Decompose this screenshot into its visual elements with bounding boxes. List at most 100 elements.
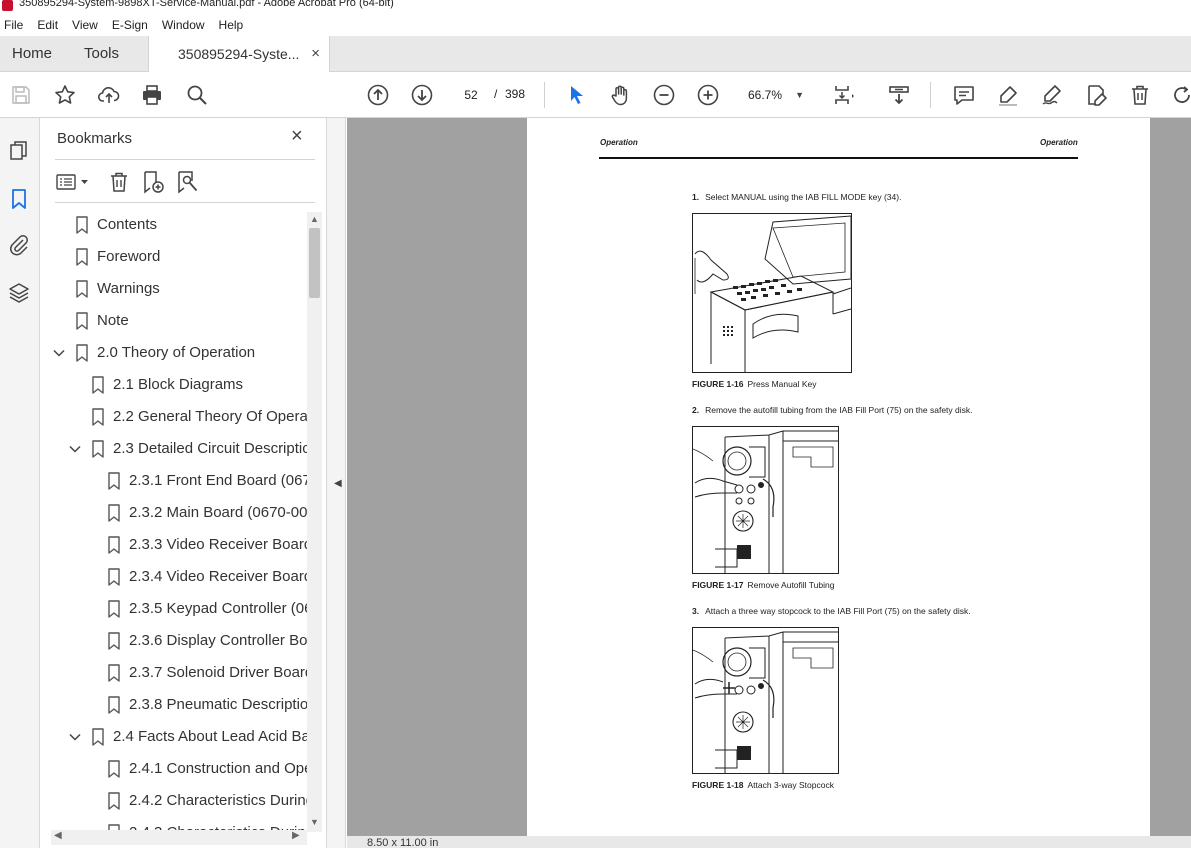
bookmark-label: 2.3.8 Pneumatic Descriptio xyxy=(129,696,307,713)
bookmark-icon xyxy=(75,344,89,362)
bookmark-tree: Contents Foreword Warnings Note 2.0 Theory o… xyxy=(41,210,307,830)
cloud-upload-icon[interactable] xyxy=(97,83,121,107)
window-title: 350895294-System-9898XT-Service-Manual.p… xyxy=(19,0,394,9)
bookmark-item[interactable]: 2.3.3 Video Receiver Board xyxy=(41,530,307,562)
step-3: 3. Attach a three way stopcock to the IAB… xyxy=(692,606,971,616)
bookmark-item[interactable]: 2.3.2 Main Board (0670-00- xyxy=(41,498,307,530)
bookmark-item[interactable]: 2.3.6 Display Controller Bo xyxy=(41,626,307,658)
page-total: 398 xyxy=(505,87,526,101)
bookmark-item[interactable]: Note xyxy=(41,306,307,338)
menu-esign[interactable]: E-Sign xyxy=(112,18,148,32)
bookmark-icon xyxy=(107,760,121,778)
tab-document[interactable]: 350895294-Syste... × xyxy=(148,36,330,73)
fit-page-icon[interactable] xyxy=(832,83,856,107)
bookmark-item[interactable]: 2.4.1 Construction and Ope xyxy=(41,754,307,786)
chevron-down-icon[interactable] xyxy=(68,442,82,456)
tab-tools[interactable]: Tools xyxy=(84,36,119,72)
bookmark-options-icon[interactable] xyxy=(55,170,93,194)
bookmark-label: Foreword xyxy=(97,248,161,265)
hand-icon[interactable] xyxy=(608,83,632,107)
bookmark-label: 2.4.2 Characteristics During xyxy=(129,792,307,809)
bookmark-item[interactable]: 2.3.8 Pneumatic Descriptio xyxy=(41,690,307,722)
search-icon[interactable] xyxy=(185,83,209,107)
bookmark-icon[interactable] xyxy=(8,188,30,210)
bookmark-item[interactable]: Foreword xyxy=(41,242,307,274)
scroll-left-icon[interactable]: ◀ xyxy=(54,830,62,841)
bookmark-icon xyxy=(75,280,89,298)
pages-icon[interactable] xyxy=(8,140,30,162)
bookmark-item[interactable]: 2.3.5 Keypad Controller (06 xyxy=(41,594,307,626)
delete-icon[interactable] xyxy=(1128,83,1152,107)
zoom-in-icon[interactable] xyxy=(696,83,720,107)
scroll-up-icon[interactable]: ▲ xyxy=(310,214,319,224)
scrollbar-thumb[interactable] xyxy=(309,228,320,298)
print-icon[interactable] xyxy=(140,83,164,107)
scroll-mode-icon[interactable] xyxy=(887,83,911,107)
scroll-right-icon[interactable]: ▶ xyxy=(292,830,300,841)
bookmark-item[interactable]: 2.3.4 Video Receiver Board xyxy=(41,562,307,594)
document-viewport[interactable]: Operation Operation 1. Select MANUAL usin… xyxy=(347,118,1191,836)
tab-home[interactable]: Home xyxy=(12,36,52,72)
figure-1-16-caption: FIGURE 1-16 Press Manual Key xyxy=(692,379,817,389)
menu-window[interactable]: Window xyxy=(162,18,205,32)
bookmark-item[interactable]: Contents xyxy=(41,210,307,242)
edit-icon[interactable] xyxy=(1084,83,1108,107)
bookmark-item[interactable]: 2.2 General Theory Of Operat xyxy=(41,402,307,434)
panel-title: Bookmarks xyxy=(57,130,133,147)
menu-view[interactable]: View xyxy=(72,18,98,32)
chevron-down-icon[interactable] xyxy=(68,730,82,744)
bookmark-item[interactable]: 2.3.7 Solenoid Driver Board xyxy=(41,658,307,690)
figure-1-18-caption: FIGURE 1-18 Attach 3-way Stopcock xyxy=(692,780,834,790)
new-bookmark-icon[interactable] xyxy=(141,170,165,194)
star-icon[interactable] xyxy=(53,83,77,107)
page-number-input[interactable] xyxy=(454,83,488,107)
bookmark-icon xyxy=(91,728,105,746)
bookmarks-panel: Bookmarks × Contents Foreword Warnings Note… xyxy=(41,118,326,848)
find-bookmark-icon[interactable] xyxy=(175,170,199,194)
bookmark-item[interactable]: 2.4 Facts About Lead Acid Ba xyxy=(41,722,307,754)
delete-bookmark-icon[interactable] xyxy=(107,170,131,194)
menu-help[interactable]: Help xyxy=(219,18,244,32)
bookmark-label: Warnings xyxy=(97,280,160,297)
zoom-select[interactable]: 66.7% ▼ xyxy=(740,83,810,107)
bookmark-item[interactable]: 2.1 Block Diagrams xyxy=(41,370,307,402)
bookmark-item[interactable]: 2.3 Detailed Circuit Descriptic xyxy=(41,434,307,466)
header-rule xyxy=(599,157,1078,159)
save-icon[interactable] xyxy=(9,83,33,107)
chevron-down-icon: ▼ xyxy=(795,90,804,100)
panel-collapse-handle[interactable]: ◀ xyxy=(326,118,346,848)
comment-icon[interactable] xyxy=(952,83,976,107)
title-bar: 350895294-System-9898XT-Service-Manual.p… xyxy=(0,0,1191,14)
bookmark-item[interactable]: 2.3.1 Front End Board (0670 xyxy=(41,466,307,498)
bookmarks-horizontal-scrollbar[interactable]: ◀ ▶ xyxy=(51,830,307,845)
close-panel-icon[interactable]: × xyxy=(291,126,303,146)
bookmarks-scrollbar[interactable]: ▲ ▼ xyxy=(307,212,322,832)
bookmark-item[interactable]: 2.4.2 Characteristics During xyxy=(41,786,307,818)
layers-icon[interactable] xyxy=(8,282,30,304)
bookmark-icon xyxy=(107,504,121,522)
menu-edit[interactable]: Edit xyxy=(37,18,58,32)
next-page-button[interactable] xyxy=(410,83,434,107)
select-cursor-icon[interactable] xyxy=(565,83,589,107)
zoom-out-icon[interactable] xyxy=(652,83,676,107)
previous-page-button[interactable] xyxy=(366,83,390,107)
bookmark-item[interactable]: 2.0 Theory of Operation xyxy=(41,338,307,370)
toolbar-divider xyxy=(544,82,545,108)
panel-divider xyxy=(55,159,315,160)
menu-bar: File Edit View E-Sign Window Help xyxy=(0,14,1191,36)
bookmark-item[interactable]: 2.4.3 Characteristics Durin xyxy=(41,818,307,830)
chevron-down-icon[interactable] xyxy=(52,346,66,360)
close-tab-icon[interactable]: × xyxy=(311,36,320,72)
page-header-left: Operation xyxy=(600,138,638,147)
bookmark-item[interactable]: Warnings xyxy=(41,274,307,306)
page-size-label: 8.50 x 11.00 in xyxy=(367,837,439,848)
sign-icon[interactable] xyxy=(1040,83,1064,107)
attachment-icon[interactable] xyxy=(8,234,30,256)
bookmark-label: 2.3 Detailed Circuit Descriptic xyxy=(113,440,307,457)
bookmark-label: 2.3.2 Main Board (0670-00- xyxy=(129,504,307,521)
menu-file[interactable]: File xyxy=(4,18,23,32)
highlight-icon[interactable] xyxy=(996,83,1020,107)
scroll-down-icon[interactable]: ▼ xyxy=(310,817,319,827)
rotate-icon[interactable] xyxy=(1170,83,1191,107)
pdf-page: Operation Operation 1. Select MANUAL usin… xyxy=(527,118,1150,836)
